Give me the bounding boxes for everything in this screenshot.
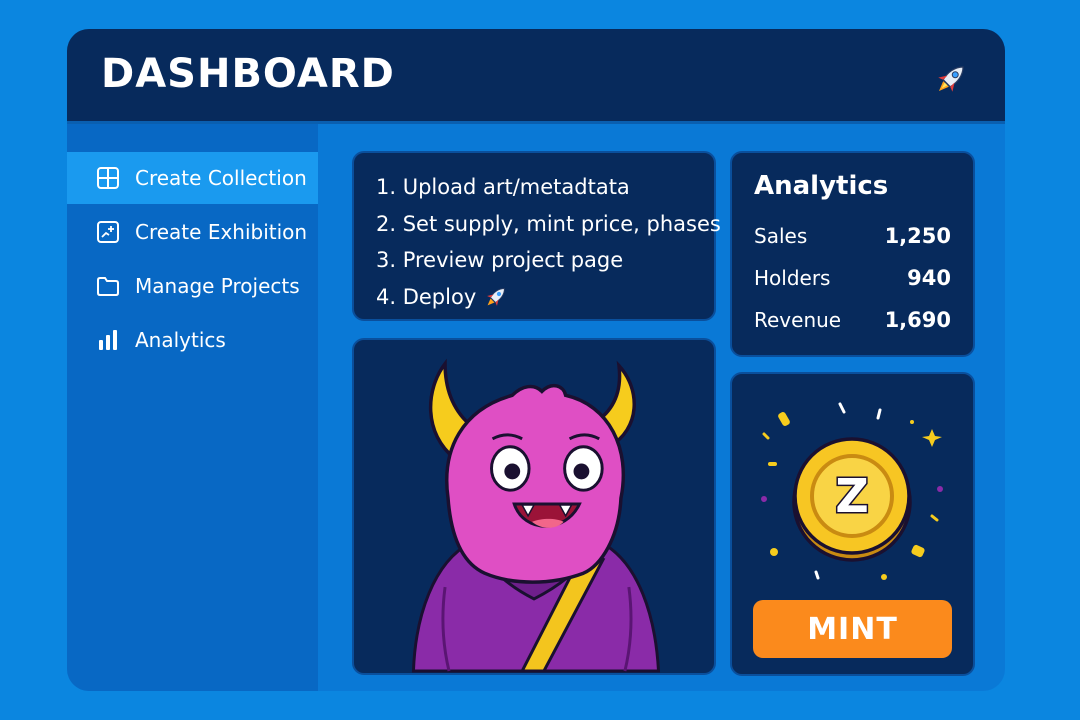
sidebar-item-create-collection[interactable]: Create Collection: [67, 152, 318, 204]
sidebar-item-create-exhibition[interactable]: Create Exhibition: [67, 206, 318, 258]
step-item: 3. Preview project page: [376, 242, 692, 279]
sidebar-item-label: Analytics: [135, 328, 226, 352]
mint-card: Z MINT: [730, 372, 975, 676]
sidebar-item-label: Create Collection: [135, 166, 307, 190]
stat-value: 1,690: [884, 308, 951, 332]
mint-button[interactable]: MINT: [753, 600, 952, 658]
dashboard-window: DASHBOARD Create Collection Create Exhib…: [67, 29, 1005, 691]
step-item: 4. Deploy: [376, 279, 692, 316]
step-text: 2. Set supply, mint price, phases: [376, 211, 721, 236]
rocket-icon: [487, 287, 506, 306]
analytics-card: Analytics Sales 1,250 Holders 940 Revenu…: [730, 151, 975, 357]
header-bar: DASHBOARD: [67, 29, 1005, 124]
sidebar: Create Collection Create Exhibition Mana…: [67, 124, 318, 691]
nft-artwork[interactable]: [352, 338, 716, 675]
page-title: DASHBOARD: [101, 51, 395, 97]
grid-icon: [95, 165, 121, 191]
stat-label: Revenue: [754, 308, 842, 332]
stat-label: Sales: [754, 224, 808, 248]
step-text: 1. Upload art/metadtata: [376, 175, 630, 199]
sidebar-item-manage-projects[interactable]: Manage Projects: [67, 260, 318, 312]
step-item: 1. Upload art/metadtata: [376, 169, 692, 206]
bar-chart-icon: [95, 327, 121, 353]
folder-icon: [95, 273, 121, 299]
steps-card: 1. Upload art/metadtata 2. Set supply, m…: [352, 151, 721, 321]
rocket-icon: [931, 59, 971, 99]
stat-value: 1,250: [884, 224, 951, 248]
coin-letter: Z: [835, 469, 868, 523]
step-item: 2. Set supply, mint price, phases: [376, 206, 721, 243]
sidebar-item-label: Create Exhibition: [135, 220, 308, 244]
stat-value: 940: [907, 266, 951, 290]
stat-row-sales: Sales 1,250: [754, 215, 951, 257]
image-add-icon: [95, 219, 121, 245]
sidebar-item-label: Manage Projects: [135, 274, 300, 298]
stat-label: Holders: [754, 266, 831, 290]
step-text: 4. Deploy: [376, 284, 477, 309]
step-text: 3. Preview project page: [376, 248, 624, 272]
monster-illustration: [411, 358, 661, 673]
stat-row-revenue: Revenue 1,690: [754, 299, 951, 341]
stat-row-holders: Holders 940: [754, 257, 951, 299]
analytics-title: Analytics: [754, 171, 889, 201]
coin-icon: Z: [732, 374, 977, 594]
sidebar-item-analytics[interactable]: Analytics: [67, 314, 318, 366]
